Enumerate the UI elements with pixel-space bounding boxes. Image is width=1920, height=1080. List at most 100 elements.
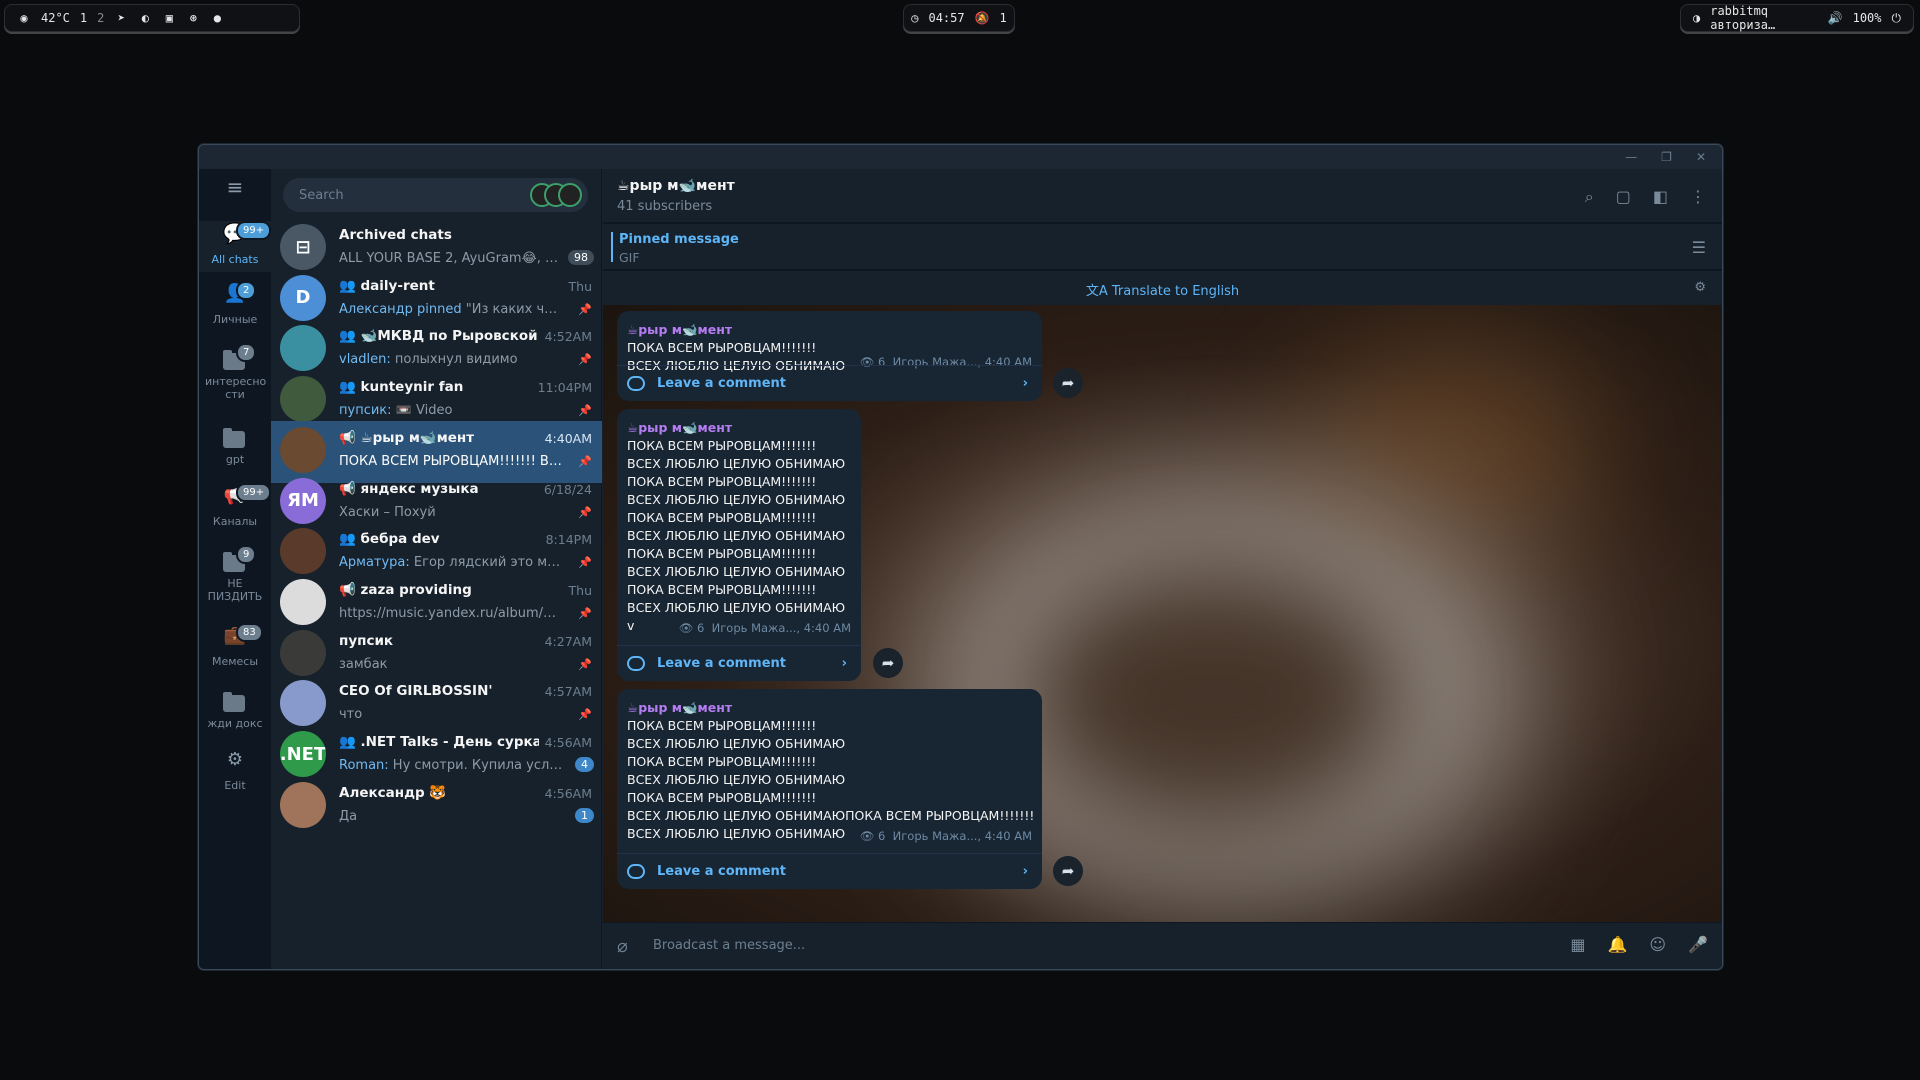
microphone-icon[interactable]: 🎤 bbox=[1688, 935, 1708, 954]
telegram-icon[interactable]: ➤ bbox=[114, 11, 128, 25]
channel-post[interactable]: ☕рыр м🐋мент ПОКА ВСЕМ РЫРОВЦАМ!!!!!!! ВС… bbox=[617, 311, 1042, 401]
chat-sender: Александр pinned bbox=[339, 301, 466, 317]
folder-label: жди докс bbox=[207, 717, 263, 730]
search-icon[interactable]: ⌕ bbox=[1585, 187, 1594, 207]
workspace-2[interactable]: 2 bbox=[97, 11, 104, 25]
channel-title: ☕рыр м🐋мент bbox=[617, 178, 735, 194]
chat-avatar bbox=[280, 578, 326, 625]
channel-post[interactable]: ☕рыр м🐋мент ПОКА ВСЕМ РЫРОВЦАМ!!!!!!! ВС… bbox=[617, 689, 1042, 889]
chat-avatar bbox=[280, 376, 326, 423]
chat-preview: что bbox=[339, 707, 362, 722]
translate-bar[interactable]: 文A Translate to English ⚙ bbox=[603, 271, 1722, 305]
views-count: 6 bbox=[878, 829, 886, 843]
pin-icon: 📌 bbox=[578, 404, 592, 418]
folder-icon bbox=[223, 692, 245, 712]
pinned-text: GIF bbox=[619, 250, 640, 265]
post-author: ☕рыр м🐋мент bbox=[627, 322, 733, 337]
schedule-icon[interactable]: ▦ bbox=[1570, 935, 1585, 954]
folder-label: All chats bbox=[211, 253, 259, 266]
volume-icon[interactable]: 🔊 bbox=[1828, 11, 1843, 25]
chat-avatar: .NET bbox=[280, 731, 326, 777]
chat-preview-text: Ну смотри. Купила условн… bbox=[392, 758, 564, 773]
chat-preview: https://music.yandex.ru/album/320… bbox=[339, 606, 564, 621]
chat-header[interactable]: ☕рыр м🐋мент 41 subscribers ⌕ ▢ ◧ ⋮ bbox=[603, 169, 1722, 223]
steam-icon[interactable]: ⊛ bbox=[186, 11, 200, 25]
unread-badge: 4 bbox=[575, 757, 594, 772]
workspace-1[interactable]: 1 bbox=[80, 11, 87, 25]
power-icon[interactable]: ⏻ bbox=[1892, 11, 1902, 26]
discord-icon[interactable]: ◐ bbox=[138, 11, 152, 25]
pinned-message-bar[interactable]: Pinned message GIF ☰ bbox=[603, 224, 1722, 270]
discussion-icon[interactable]: ▢ bbox=[1616, 187, 1631, 207]
folder-all-chats[interactable]: 💬 99+ All chats bbox=[199, 221, 272, 272]
chat-preview-text: ALL YOUR BASE 2, AyuGram😂, NS… bbox=[339, 251, 564, 266]
notifications-muted-icon[interactable]: 🔕 bbox=[975, 11, 990, 25]
chat-avatar: ⊟ bbox=[280, 224, 326, 270]
translate-settings-icon[interactable]: ⚙ bbox=[1694, 280, 1706, 295]
minimize-icon[interactable]: — bbox=[1625, 150, 1637, 164]
folder-badge: 2 bbox=[236, 281, 257, 300]
status-bar-right: ◑ rabbitmq авториза… 🔊 100% ⏻ bbox=[1680, 4, 1914, 32]
chat-avatar bbox=[280, 325, 326, 372]
forward-button[interactable]: ➦ bbox=[1053, 368, 1083, 398]
chat-preview: Да bbox=[339, 809, 357, 824]
chat-preview-text: "Из каких часте… bbox=[465, 301, 564, 317]
stories-strip[interactable] bbox=[530, 183, 582, 207]
folder-edit[interactable]: ⚙ Edit bbox=[199, 751, 271, 793]
folder-label: интересно сти bbox=[205, 375, 267, 401]
folder-gpt[interactable]: gpt bbox=[199, 427, 271, 466]
chat-name: 👥 бебра dev bbox=[339, 531, 440, 548]
leave-comment-button[interactable]: Leave a comment › bbox=[617, 853, 1042, 889]
pin-icon: 📌 bbox=[578, 556, 592, 570]
menu-button[interactable]: ≡ bbox=[199, 177, 271, 197]
leave-comment-button[interactable]: Leave a comment › bbox=[617, 645, 861, 681]
chat-preview: Хаски – Похуй bbox=[339, 505, 436, 520]
chevron-right-icon: › bbox=[1022, 375, 1028, 391]
chat-name: CEO Of GIRLBOSSIN' bbox=[339, 683, 493, 700]
folder-personal[interactable]: 👤 2 Личные bbox=[199, 281, 271, 326]
chat-preview: Roman: Ну смотри. Купила условн… bbox=[339, 758, 564, 773]
forward-button[interactable]: ➦ bbox=[873, 648, 903, 678]
chat-avatar: ЯМ bbox=[280, 477, 326, 524]
eye-icon[interactable]: ◉ bbox=[17, 11, 31, 25]
monitor-icon[interactable]: ▣ bbox=[162, 11, 176, 25]
channel-post[interactable]: ☕рыр м🐋мент ПОКА ВСЕМ РЫРОВЦАМ!!!!!!! ВС… bbox=[617, 409, 861, 681]
search-input[interactable]: Search bbox=[283, 178, 588, 212]
chat-time: 6/18/24 bbox=[543, 481, 592, 497]
post-signature-time: Игорь Мажа..., 4:40 AM bbox=[892, 829, 1032, 843]
folder-badge: 99+ bbox=[236, 483, 272, 502]
chat-background: ☕рыр м🐋мент ПОКА ВСЕМ РЫРОВЦАМ!!!!!!! ВС… bbox=[603, 305, 1722, 922]
more-icon[interactable]: ⋮ bbox=[1690, 187, 1706, 207]
story-avatar[interactable] bbox=[558, 183, 582, 207]
chat-row[interactable]: Александр 🐯 4:56AM Да 1 bbox=[271, 776, 602, 838]
chat-avatar bbox=[280, 528, 326, 575]
folder-badge: 83 bbox=[236, 623, 263, 642]
message-input[interactable]: Broadcast a message... bbox=[653, 938, 805, 953]
leave-comment-button[interactable]: Leave a comment › bbox=[617, 365, 1042, 401]
folder-channels[interactable]: 📢 99+ Каналы bbox=[199, 483, 272, 528]
translate-label: Translate to English bbox=[1111, 284, 1240, 299]
chat-time: 4:56AM bbox=[544, 735, 592, 750]
close-icon[interactable]: ✕ bbox=[1696, 150, 1706, 164]
folder-memes[interactable]: 💼 83 Мемесы bbox=[199, 623, 271, 668]
chevron-right-icon: › bbox=[841, 655, 847, 671]
folder-zhdi-doks[interactable]: жди докс bbox=[199, 691, 271, 730]
bell-icon[interactable]: 🔔 bbox=[1607, 935, 1627, 954]
github-icon[interactable]: ● bbox=[210, 11, 224, 25]
emoji-icon[interactable]: ☺ bbox=[1649, 935, 1666, 954]
chat-avatar bbox=[280, 781, 326, 828]
pin-icon: 📌 bbox=[578, 606, 592, 620]
folder-ne-pizdit[interactable]: 9 НЕ ПИЗДИТЬ bbox=[199, 545, 271, 603]
sidebar-toggle-icon[interactable]: ◧ bbox=[1653, 187, 1668, 207]
attach-icon[interactable]: ⌀ bbox=[617, 936, 628, 957]
forward-button[interactable]: ➦ bbox=[1053, 856, 1083, 886]
pinned-list-icon[interactable]: ☰ bbox=[1692, 238, 1706, 257]
chat-time: 4:52AM bbox=[544, 329, 592, 345]
unread-badge: 98 bbox=[568, 250, 594, 265]
tray-app-icon[interactable]: ◑ bbox=[1693, 11, 1700, 25]
restore-icon[interactable]: ❐ bbox=[1661, 150, 1672, 164]
folder-label: gpt bbox=[225, 453, 245, 466]
folder-interesting[interactable]: 7 интересно сти bbox=[199, 343, 271, 401]
chat-name: 👥 kunteynir fan bbox=[339, 379, 464, 396]
chat-preview-text: полыхнул видимо bbox=[394, 352, 518, 368]
